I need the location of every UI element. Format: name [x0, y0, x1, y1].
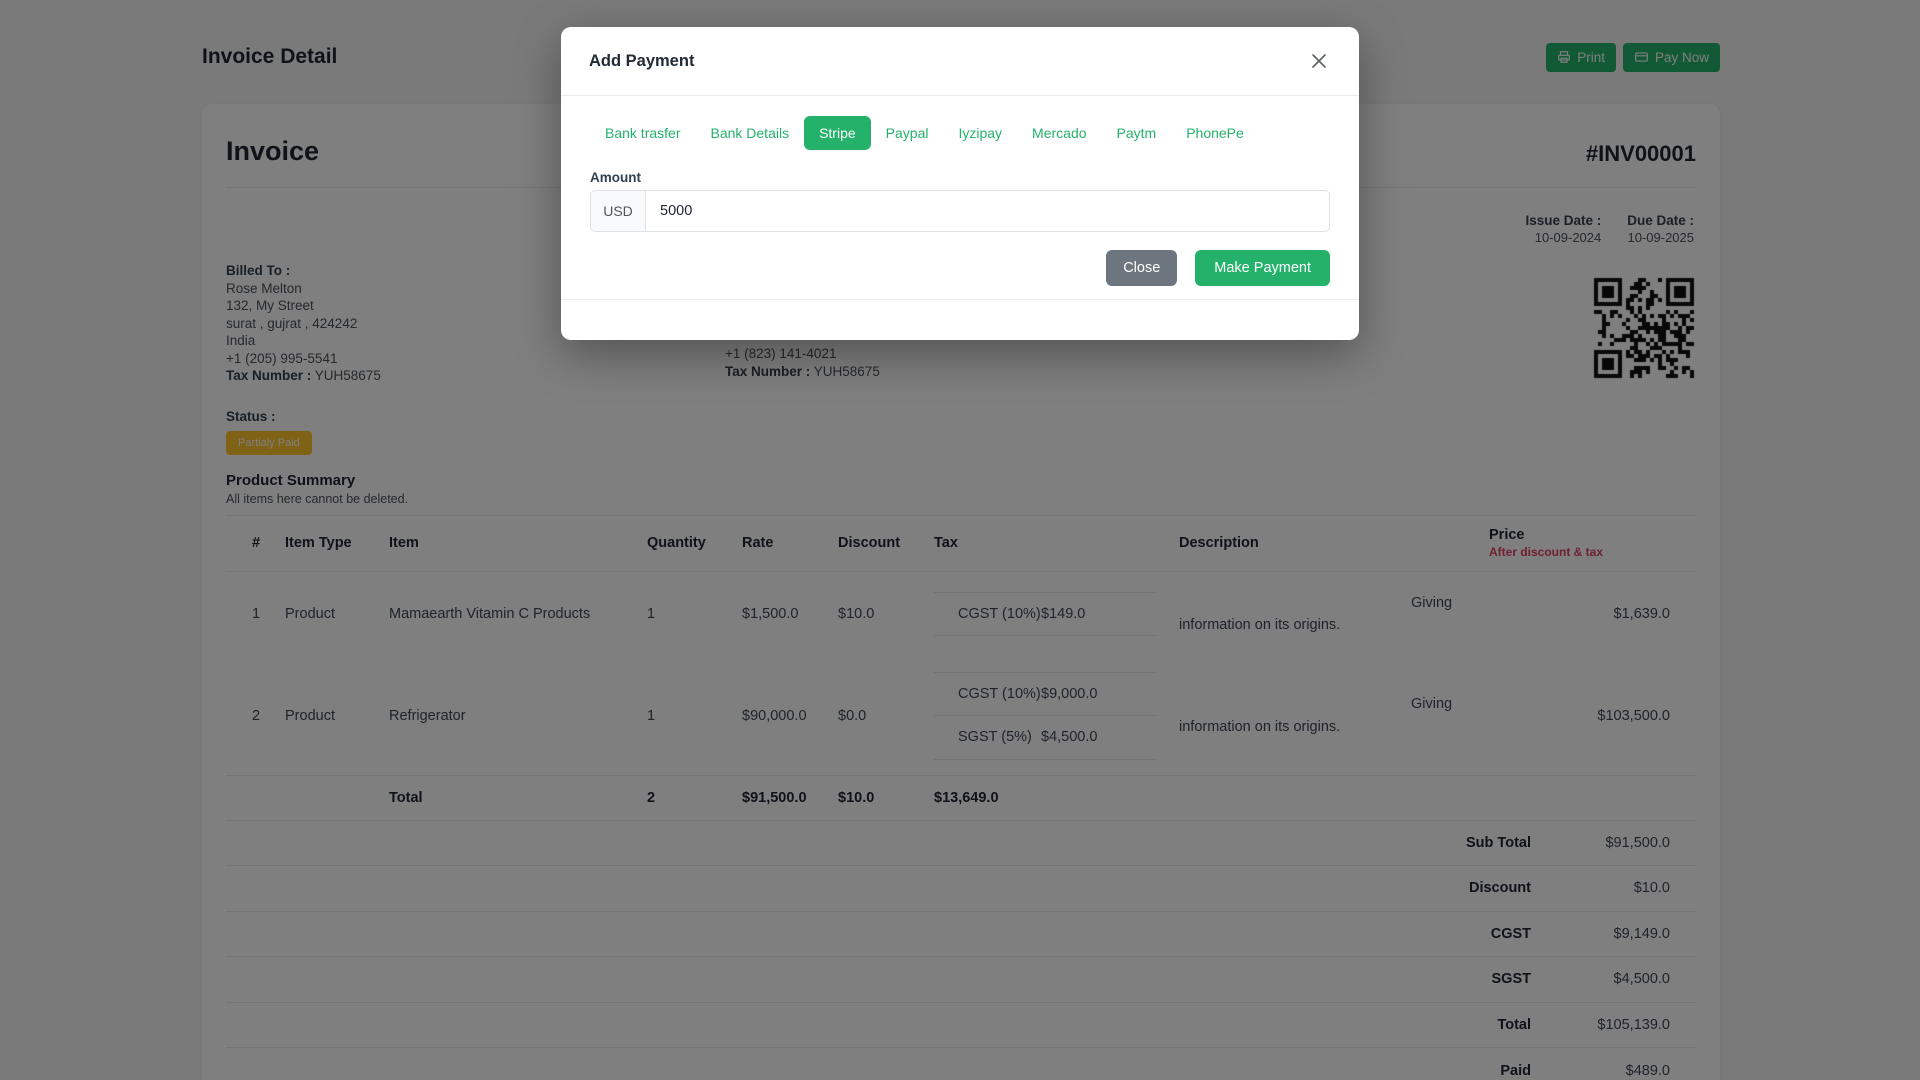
- modal-title: Add Payment: [589, 51, 695, 70]
- modal-footer: [561, 299, 1359, 340]
- make-payment-button[interactable]: Make Payment: [1195, 250, 1330, 286]
- tab-bank-transfer[interactable]: Bank trasfer: [590, 116, 695, 150]
- close-icon[interactable]: [1307, 49, 1331, 73]
- payment-method-tabs: Bank trasfer Bank Details Stripe Paypal …: [590, 116, 1330, 150]
- amount-input-group: USD: [590, 190, 1330, 232]
- tab-phonepe[interactable]: PhonePe: [1171, 116, 1259, 150]
- tab-iyzipay[interactable]: Iyzipay: [943, 116, 1017, 150]
- tab-stripe[interactable]: Stripe: [804, 116, 871, 150]
- currency-prefix: USD: [591, 191, 646, 231]
- modal-header: Add Payment: [561, 27, 1359, 96]
- amount-label: Amount: [590, 170, 641, 185]
- modal-actions: Close Make Payment: [590, 250, 1330, 286]
- tab-mercado[interactable]: Mercado: [1017, 116, 1101, 150]
- modal-close-button[interactable]: Close: [1106, 250, 1178, 286]
- modal-body: Bank trasfer Bank Details Stripe Paypal …: [561, 96, 1359, 286]
- add-payment-modal: Add Payment Bank trasfer Bank Details St…: [561, 27, 1359, 340]
- tab-paypal[interactable]: Paypal: [871, 116, 944, 150]
- tab-paytm[interactable]: Paytm: [1102, 116, 1172, 150]
- tab-bank-details[interactable]: Bank Details: [695, 116, 804, 150]
- amount-input[interactable]: [646, 191, 1329, 231]
